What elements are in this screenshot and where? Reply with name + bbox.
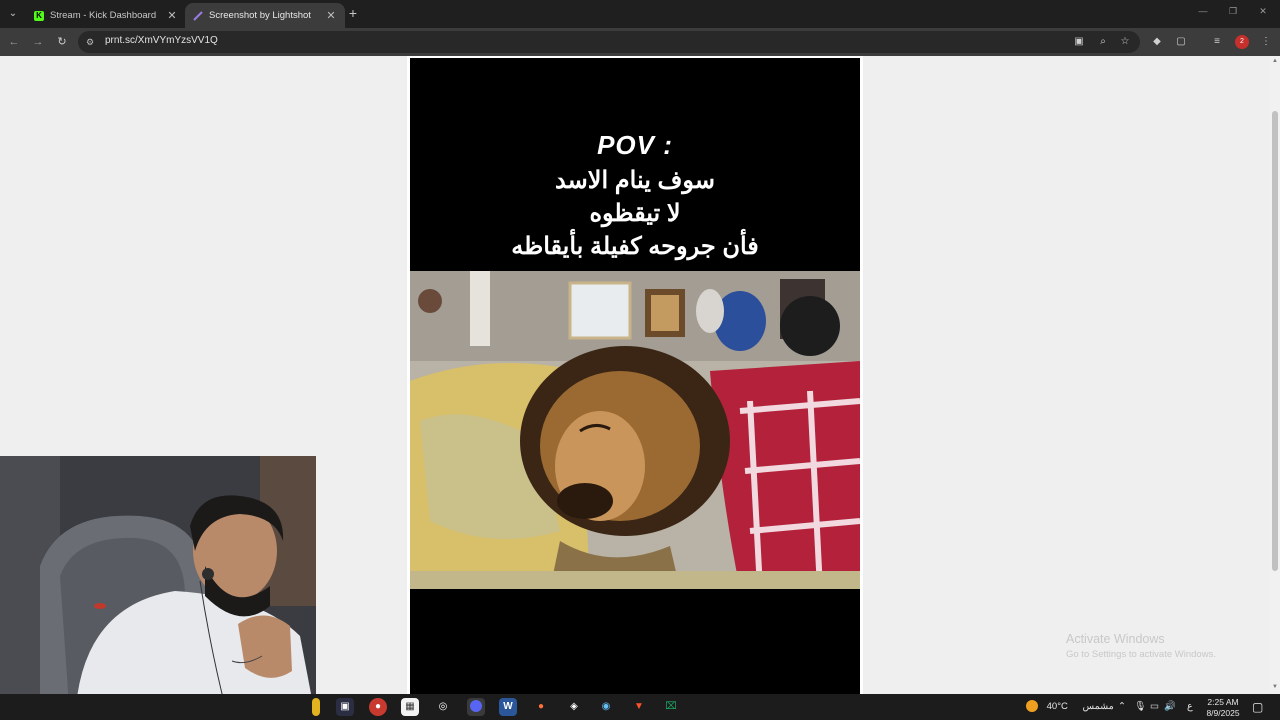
screenshot-image[interactable]: POV : سوف ينام الاسد لا تيقظوه فأن جروحه… xyxy=(410,58,860,694)
zoom-icon[interactable]: ⌕ xyxy=(1096,35,1110,49)
url-text[interactable]: prnt.sc/XmVYmYzsVV1Q xyxy=(105,35,218,46)
weather-temp: 40°C xyxy=(1046,701,1068,712)
activate-subtitle: Go to Settings to activate Windows. xyxy=(1066,649,1216,660)
minimize-icon[interactable]: — xyxy=(1196,6,1210,16)
extensions-puzzle-icon[interactable]: ▢ xyxy=(1174,35,1188,49)
tab-label: Stream - Kick Dashboard xyxy=(50,10,157,21)
media-controls-icon[interactable]: ≡ xyxy=(1210,35,1224,49)
firefox-icon[interactable]: ● xyxy=(532,698,550,716)
tray-chevron-icon[interactable]: ⌃ xyxy=(1118,694,1126,720)
streamer-webcam-image xyxy=(0,456,316,720)
clock-date: 8/9/2025 xyxy=(1206,708,1240,718)
caption-line-2: لا تيقظوه xyxy=(589,200,681,227)
word-icon[interactable]: W xyxy=(499,698,517,716)
tab-search-icon[interactable]: ⌄ xyxy=(4,5,22,23)
kick-favicon-icon: K xyxy=(34,10,44,21)
new-tab-button[interactable]: + xyxy=(346,5,360,21)
steam-icon[interactable]: ◉ xyxy=(597,698,615,716)
discord-icon[interactable] xyxy=(467,698,485,716)
volume-icon[interactable]: 🔊 xyxy=(1164,694,1176,720)
page-scrollbar[interactable]: ▲ ▼ xyxy=(1270,56,1280,694)
file-explorer-icon[interactable] xyxy=(312,698,320,716)
store-icon[interactable]: ▦ xyxy=(401,698,419,716)
close-window-icon[interactable]: ✕ xyxy=(1256,6,1270,17)
activate-title: Activate Windows xyxy=(1066,632,1165,646)
close-tab-icon[interactable]: ✕ xyxy=(325,9,337,22)
obs-icon[interactable]: ◎ xyxy=(434,698,452,716)
weather-widget[interactable]: 40°C مشمس xyxy=(1026,694,1114,720)
restore-icon[interactable]: ❐ xyxy=(1226,6,1240,17)
sun-icon xyxy=(1026,700,1038,713)
lightshot-favicon-icon xyxy=(193,10,203,21)
system-clock[interactable]: 2:25 AM 8/9/2025 xyxy=(1205,697,1241,719)
sleeping-lion-photo xyxy=(410,271,860,589)
caption-line-1: سوف ينام الاسد xyxy=(555,167,715,194)
scroll-up-icon[interactable]: ▲ xyxy=(1271,58,1279,64)
forward-icon[interactable]: → xyxy=(30,34,46,50)
app-icon-2[interactable]: ◈ xyxy=(565,698,583,716)
app-icon-3[interactable]: ⌧ xyxy=(662,698,680,716)
install-app-icon[interactable]: ▣ xyxy=(1072,35,1086,49)
network-icon[interactable]: ▭ xyxy=(1150,694,1159,720)
app-icon[interactable]: ▣ xyxy=(336,698,354,716)
tab-strip: ⌄ K Stream - Kick Dashboard ✕ Screenshot… xyxy=(0,0,1280,28)
weather-text: مشمس xyxy=(1082,701,1114,712)
scroll-down-icon[interactable]: ▼ xyxy=(1271,684,1279,690)
tab-label: Screenshot by Lightshot xyxy=(209,10,311,21)
browser-toolbar: ← → ↻ ⚙ prnt.sc/XmVYmYzsVV1Q ▣ ⌕ ☆ ◆ ▢ ≡… xyxy=(0,28,1280,56)
caption-pov: POV : xyxy=(597,130,673,160)
extension-diamond-icon[interactable]: ◆ xyxy=(1150,35,1164,49)
input-language[interactable]: ع xyxy=(1187,694,1193,720)
bookmark-star-icon[interactable]: ☆ xyxy=(1118,35,1132,49)
brave-icon[interactable]: ▼ xyxy=(630,698,648,716)
back-icon[interactable]: ← xyxy=(6,34,22,50)
tab-kick-dashboard[interactable]: K Stream - Kick Dashboard ✕ xyxy=(26,3,186,28)
profile-avatar[interactable]: 2 xyxy=(1235,35,1249,49)
tab-lightshot[interactable]: Screenshot by Lightshot ✕ xyxy=(185,3,345,28)
windows-taskbar: ▣ ● ▦ ◎ W ● ◈ ◉ ▼ ⌧ 40°C مشمس ⌃ 🎙 ▭ 🔊 ع … xyxy=(0,694,1280,720)
clock-time: 2:25 AM xyxy=(1207,697,1239,707)
scroll-thumb[interactable] xyxy=(1272,111,1278,571)
caption-line-3: فأن جروحه كفيلة بأيقاظه xyxy=(511,233,759,260)
site-info-icon[interactable]: ⚙ xyxy=(86,36,98,48)
chrome-icon[interactable]: ● xyxy=(369,698,387,716)
webcam-overlay xyxy=(0,456,316,720)
menu-kebab-icon[interactable]: ⋮ xyxy=(1259,35,1273,49)
microphone-icon[interactable]: 🎙 xyxy=(1134,694,1146,720)
notification-icon[interactable]: ▢ xyxy=(1252,694,1263,720)
close-tab-icon[interactable]: ✕ xyxy=(166,9,178,22)
activate-windows-watermark: Activate Windows Go to Settings to activ… xyxy=(1066,632,1216,660)
reload-icon[interactable]: ↻ xyxy=(54,34,70,50)
address-bar[interactable]: ⚙ prnt.sc/XmVYmYzsVV1Q ▣ ⌕ ☆ xyxy=(78,31,1140,53)
